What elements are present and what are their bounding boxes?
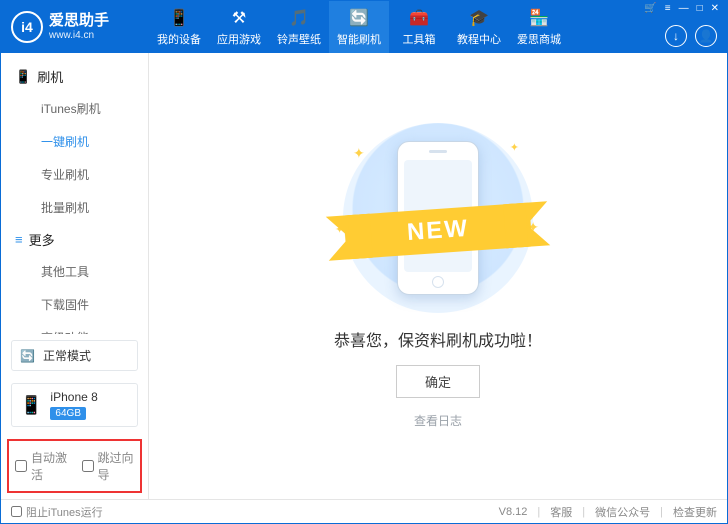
nav-toolbox[interactable]: 🧰 工具箱 [389, 1, 449, 53]
checkbox-label: 跳过向导 [98, 449, 135, 483]
nav-label: 爱思商城 [517, 31, 561, 47]
window-controls: 🛒 ≡ — □ ✕ [642, 3, 721, 14]
sidebar-section-flash: 📱 刷机 [1, 61, 148, 92]
device-icon: 📱 [169, 8, 189, 28]
status-label: 正常模式 [43, 347, 91, 364]
toolbox-icon: 🧰 [409, 8, 429, 28]
star-icon: ✦ [510, 141, 519, 154]
checkbox-label: 阻止iTunes运行 [26, 504, 103, 520]
version-label: V8.12 [499, 506, 528, 518]
close-button[interactable]: ✕ [709, 3, 721, 14]
tutorial-icon: 🎓 [469, 8, 489, 28]
device-mode-status[interactable]: 🔄 正常模式 [11, 340, 138, 371]
sidebar-item-batch-flash[interactable]: 批量刷机 [1, 191, 148, 224]
title-bar: i4 爱思助手 www.i4.cn 📱 我的设备 ⚒ 应用游戏 🎵 铃声壁纸 🔄 智能刷… [1, 1, 727, 53]
cart-icon[interactable]: 🛒 [642, 3, 658, 14]
nav-label: 智能刷机 [337, 31, 381, 47]
section-title: 更多 [29, 230, 55, 249]
section-title: 刷机 [37, 67, 63, 86]
check-update-link[interactable]: 检查更新 [673, 504, 717, 520]
storage-badge: 64GB [50, 407, 86, 420]
phone-icon: 📱 [20, 395, 42, 416]
nav-label: 铃声壁纸 [277, 31, 321, 47]
nav-label: 工具箱 [403, 31, 436, 47]
apps-icon: ⚒ [232, 8, 246, 28]
nav-label: 应用游戏 [217, 31, 261, 47]
main-content: ✦ ✦ ✦ ✦ NEW 恭喜您，保资料刷机成功啦！ 确定 查看日志 [149, 53, 727, 499]
sidebar-item-itunes-flash[interactable]: iTunes刷机 [1, 92, 148, 125]
brand-url: www.i4.cn [49, 30, 109, 41]
wechat-link[interactable]: 微信公众号 [595, 504, 650, 520]
success-message: 恭喜您，保资料刷机成功啦！ [334, 327, 542, 351]
sidebar-item-download-firmware[interactable]: 下载固件 [1, 288, 148, 321]
store-icon: 🏪 [529, 8, 549, 28]
brand: i4 爱思助手 www.i4.cn [1, 1, 149, 53]
nav-tutorial[interactable]: 🎓 教程中心 [449, 1, 509, 53]
support-link[interactable]: 客服 [550, 504, 572, 520]
sidebar-item-oneclick-flash[interactable]: 一键刷机 [1, 125, 148, 158]
sidebar-section-more: ≡ 更多 [1, 224, 148, 255]
sidebar-item-pro-flash[interactable]: 专业刷机 [1, 158, 148, 191]
nav-flash[interactable]: 🔄 智能刷机 [329, 1, 389, 53]
nav-store[interactable]: 🏪 爱思商城 [509, 1, 569, 53]
nav-label: 教程中心 [457, 31, 501, 47]
block-itunes-checkbox[interactable]: 阻止iTunes运行 [11, 504, 103, 520]
star-icon: ✦ [353, 145, 365, 162]
phone-icon: 📱 [15, 69, 31, 85]
confirm-button[interactable]: 确定 [396, 365, 480, 398]
device-info[interactable]: 📱 iPhone 8 64GB [11, 383, 138, 427]
device-name: iPhone 8 [50, 390, 97, 404]
sidebar: 📱 刷机 iTunes刷机 一键刷机 专业刷机 批量刷机 ≡ 更多 其他工具 下… [1, 53, 149, 499]
nav-ringtones[interactable]: 🎵 铃声壁纸 [269, 1, 329, 53]
brand-logo-icon: i4 [11, 11, 43, 43]
sidebar-item-advanced[interactable]: 高级功能 [1, 321, 148, 334]
view-log-link[interactable]: 查看日志 [414, 412, 462, 429]
menu-icon: ≡ [15, 232, 23, 247]
maximize-button[interactable]: □ [695, 3, 705, 14]
user-button[interactable]: 👤 [695, 25, 717, 47]
menu-icon[interactable]: ≡ [663, 3, 673, 14]
status-icon: 🔄 [20, 349, 35, 363]
top-nav: 📱 我的设备 ⚒ 应用游戏 🎵 铃声壁纸 🔄 智能刷机 🧰 工具箱 🎓 教程中心 🏪 爱思商城 [149, 1, 727, 53]
nav-apps[interactable]: ⚒ 应用游戏 [209, 1, 269, 53]
music-icon: 🎵 [289, 8, 309, 28]
minimize-button[interactable]: — [677, 3, 691, 14]
success-illustration: ✦ ✦ ✦ ✦ NEW [323, 123, 553, 313]
brand-name: 爱思助手 [49, 13, 109, 30]
auto-activate-checkbox[interactable]: 自动激活 [15, 449, 68, 483]
refresh-icon: 🔄 [349, 8, 369, 28]
nav-my-device[interactable]: 📱 我的设备 [149, 1, 209, 53]
nav-label: 我的设备 [157, 31, 201, 47]
status-bar: 阻止iTunes运行 V8.12| 客服| 微信公众号| 检查更新 [1, 499, 727, 523]
checkbox-label: 自动激活 [31, 449, 68, 483]
flash-options-highlight: 自动激活 跳过向导 [7, 439, 142, 493]
sidebar-item-other-tools[interactable]: 其他工具 [1, 255, 148, 288]
skip-guide-checkbox[interactable]: 跳过向导 [82, 449, 135, 483]
download-button[interactable]: ↓ [665, 25, 687, 47]
